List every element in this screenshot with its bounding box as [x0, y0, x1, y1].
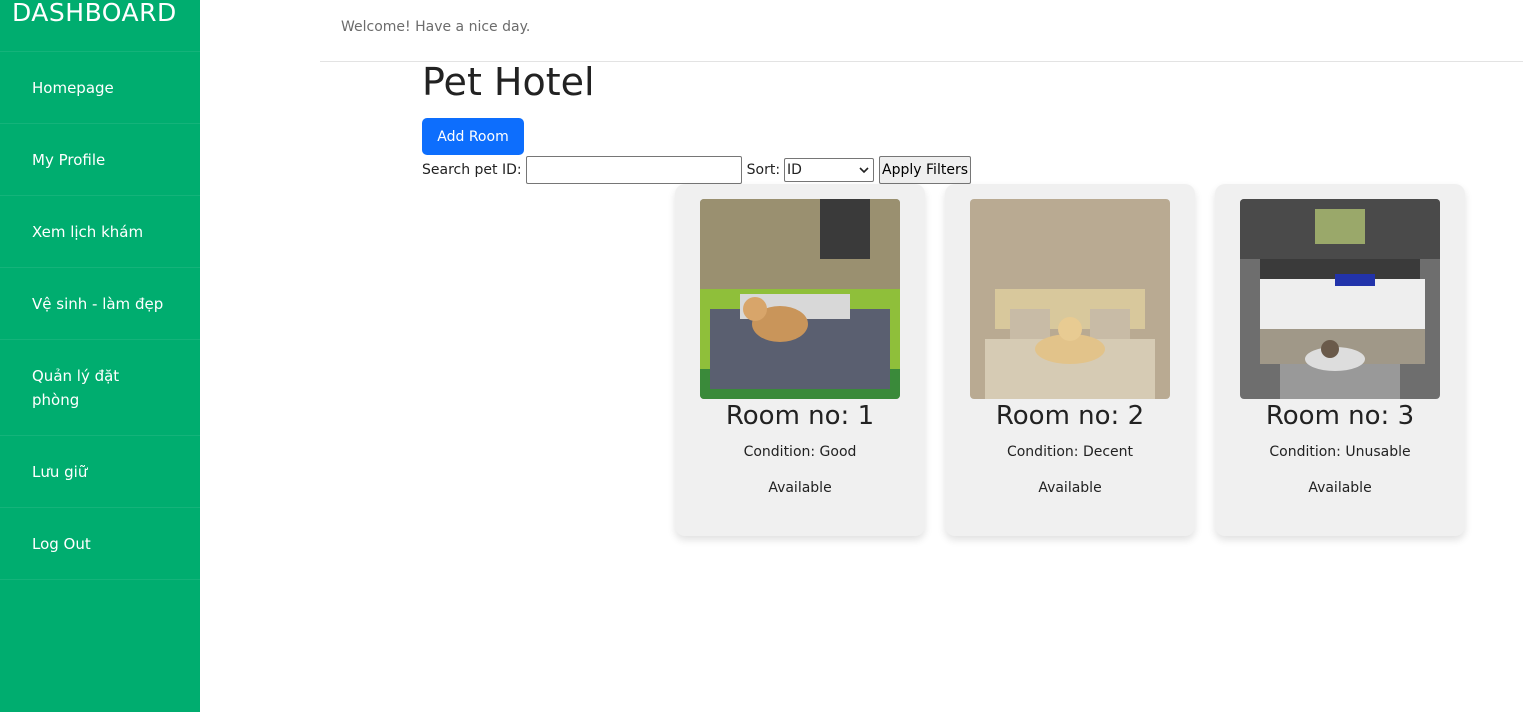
room-card: Room no: 2 Condition: Decent Available	[945, 184, 1195, 536]
sidebar-item-label: My Profile	[32, 150, 106, 169]
room-title: Room no: 1	[725, 401, 875, 431]
welcome-message: Welcome! Have a nice day.	[341, 19, 531, 35]
room-status: Available	[1308, 480, 1372, 496]
sidebar-item-storage[interactable]: Lưu giữ	[0, 436, 200, 508]
sidebar-item-label: Xem lịch khám	[32, 222, 144, 241]
room-card: Room no: 1 Condition: Good Available	[675, 184, 925, 536]
chevron-down-icon	[859, 166, 869, 173]
room-condition: Condition: Unusable	[1269, 444, 1411, 460]
sort-label: Sort:	[746, 162, 781, 178]
search-label: Search pet ID:	[422, 162, 522, 178]
room-status: Available	[768, 480, 832, 496]
sidebar-item-room-booking[interactable]: Quản lý đặt phòng	[0, 340, 200, 436]
filter-bar: Search pet ID: Sort: ID Apply Filters	[422, 156, 971, 184]
room-status: Available	[1038, 480, 1102, 496]
room-title: Room no: 2	[995, 401, 1145, 431]
apply-filters-button[interactable]: Apply Filters	[879, 156, 971, 184]
sidebar-item-homepage[interactable]: Homepage	[0, 52, 200, 124]
room-condition: Condition: Decent	[1006, 444, 1134, 460]
sidebar-item-label: Vệ sinh - làm đẹp	[32, 294, 164, 313]
sidebar-item-my-profile[interactable]: My Profile	[0, 124, 200, 196]
sidebar: DASHBOARD Homepage My Profile Xem lịch k…	[0, 0, 200, 712]
room-card: Room no: 3 Condition: Unusable Available	[1215, 184, 1465, 536]
sidebar-item-label: Lưu giữ	[32, 462, 88, 481]
sidebar-item-grooming[interactable]: Vệ sinh - làm đẹp	[0, 268, 200, 340]
add-room-button[interactable]: Add Room	[422, 118, 524, 155]
sidebar-brand: DASHBOARD	[0, 0, 200, 52]
room-image	[700, 199, 900, 399]
sidebar-item-logout[interactable]: Log Out	[0, 508, 200, 580]
sidebar-item-appointments[interactable]: Xem lịch khám	[0, 196, 200, 268]
room-image	[1240, 199, 1440, 399]
room-image	[970, 199, 1170, 399]
page-title: Pet Hotel	[422, 60, 595, 104]
sort-selected-value: ID	[787, 162, 802, 178]
room-condition: Condition: Good	[743, 444, 857, 460]
sort-select[interactable]: ID	[784, 158, 875, 182]
search-pet-id-input[interactable]	[525, 156, 742, 184]
sidebar-item-label: Log Out	[32, 534, 91, 553]
topbar: Welcome! Have a nice day.	[320, 0, 1523, 62]
sidebar-item-label: Homepage	[32, 78, 114, 97]
sidebar-item-label: Quản lý đặt phòng	[32, 366, 120, 409]
room-title: Room no: 3	[1265, 401, 1415, 431]
